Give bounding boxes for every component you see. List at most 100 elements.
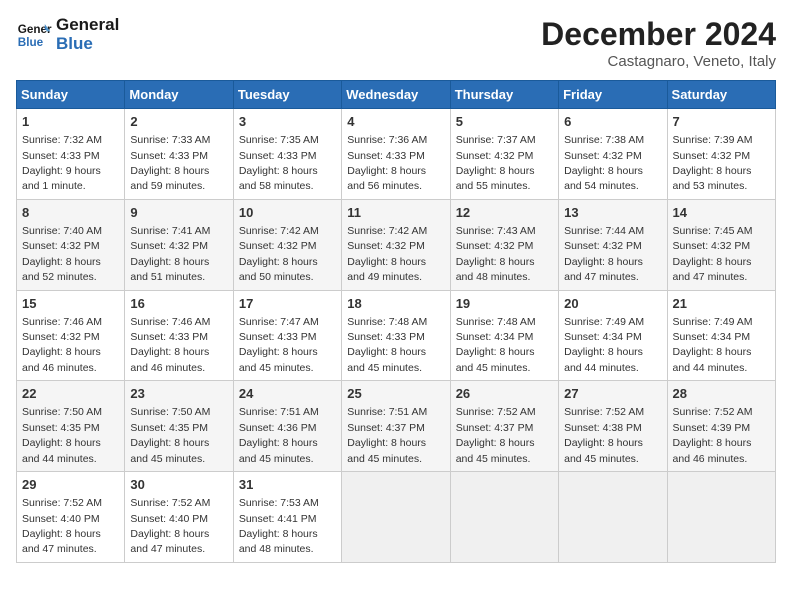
calendar-cell: 1Sunrise: 7:32 AMSunset: 4:33 PMDaylight… [17, 109, 125, 200]
sunrise-info: Sunrise: 7:32 AM [22, 134, 102, 146]
calendar-cell [667, 472, 775, 563]
sunrise-info: Sunrise: 7:48 AM [347, 316, 427, 328]
sunrise-info: Sunrise: 7:41 AM [130, 225, 210, 237]
calendar-cell: 25Sunrise: 7:51 AMSunset: 4:37 PMDayligh… [342, 381, 450, 472]
calendar-cell [559, 472, 667, 563]
col-header-wednesday: Wednesday [342, 81, 450, 109]
day-number: 18 [347, 295, 444, 313]
day-number: 12 [456, 204, 553, 222]
day-number: 26 [456, 385, 553, 403]
calendar-week-4: 22 Sunrise: 7:50 AM Sunset: 4:35 PM Dayligh… [17, 381, 776, 472]
daylight-info: Daylight: 8 hours and 47 minutes. [22, 528, 101, 555]
daylight-info: Daylight: 8 hours and 45 minutes. [239, 346, 318, 373]
sunrise-info: Sunrise: 7:35 AM [239, 134, 319, 146]
sunrise-info: Sunrise: 7:33 AM [130, 134, 210, 146]
day-number: 2 [130, 113, 227, 131]
sunset-info: Sunset: 4:34 PM [456, 331, 534, 343]
col-header-tuesday: Tuesday [233, 81, 341, 109]
calendar-cell: 17Sunrise: 7:47 AMSunset: 4:33 PMDayligh… [233, 290, 341, 381]
daylight-info: Daylight: 8 hours and 49 minutes. [347, 256, 426, 283]
sunrise-info: Sunrise: 7:52 AM [564, 406, 644, 418]
calendar-cell: 27Sunrise: 7:52 AMSunset: 4:38 PMDayligh… [559, 381, 667, 472]
sunset-info: Sunset: 4:32 PM [564, 240, 642, 252]
sunrise-info: Sunrise: 7:51 AM [239, 406, 319, 418]
svg-text:Blue: Blue [18, 35, 44, 48]
logo-general: General [56, 16, 119, 35]
day-number: 27 [564, 385, 661, 403]
sunset-info: Sunset: 4:33 PM [239, 331, 317, 343]
sunrise-info: Sunrise: 7:52 AM [456, 406, 536, 418]
sunset-info: Sunset: 4:39 PM [673, 422, 751, 434]
calendar-cell: 12Sunrise: 7:43 AMSunset: 4:32 PMDayligh… [450, 199, 558, 290]
sunset-info: Sunset: 4:40 PM [130, 513, 208, 525]
calendar-cell: 13Sunrise: 7:44 AMSunset: 4:32 PMDayligh… [559, 199, 667, 290]
sunrise-info: Sunrise: 7:49 AM [673, 316, 753, 328]
daylight-info: Daylight: 8 hours and 56 minutes. [347, 165, 426, 192]
sunset-info: Sunset: 4:35 PM [22, 422, 100, 434]
sunrise-info: Sunrise: 7:52 AM [130, 497, 210, 509]
sunset-info: Sunset: 4:37 PM [347, 422, 425, 434]
sunrise-info: Sunrise: 7:50 AM [130, 406, 210, 418]
sunset-info: Sunset: 4:38 PM [564, 422, 642, 434]
sunrise-info: Sunrise: 7:46 AM [22, 316, 102, 328]
sunset-info: Sunset: 4:32 PM [673, 150, 751, 162]
calendar-cell: 10 Sunrise: 7:42 AM Sunset: 4:32 PM Dayligh… [233, 199, 341, 290]
calendar-table: SundayMondayTuesdayWednesdayThursdayFrid… [16, 80, 776, 563]
day-number: 19 [456, 295, 553, 313]
sunset-info: Sunset: 4:34 PM [564, 331, 642, 343]
sunset-info: Sunset: 4:32 PM [239, 240, 317, 252]
sunset-info: Sunset: 4:32 PM [564, 150, 642, 162]
day-number: 24 [239, 385, 336, 403]
daylight-info: Daylight: 8 hours and 46 minutes. [22, 346, 101, 373]
day-number: 1 [22, 113, 119, 131]
day-number: 22 [22, 385, 119, 403]
sunrise-info: Sunrise: 7:44 AM [564, 225, 644, 237]
day-number: 14 [673, 204, 770, 222]
daylight-info: Daylight: 8 hours and 45 minutes. [130, 437, 209, 464]
calendar-week-2: 8Sunrise: 7:40 AMSunset: 4:32 PMDaylight… [17, 199, 776, 290]
day-number: 30 [130, 476, 227, 494]
daylight-info: Daylight: 9 hours and 1 minute. [22, 165, 101, 192]
calendar-week-3: 15Sunrise: 7:46 AMSunset: 4:32 PMDayligh… [17, 290, 776, 381]
calendar-cell: 24Sunrise: 7:51 AMSunset: 4:36 PMDayligh… [233, 381, 341, 472]
col-header-sunday: Sunday [17, 81, 125, 109]
day-number: 10 [239, 204, 336, 222]
col-header-monday: Monday [125, 81, 233, 109]
sunset-info: Sunset: 4:33 PM [130, 331, 208, 343]
day-number: 15 [22, 295, 119, 313]
day-number: 20 [564, 295, 661, 313]
calendar-cell: 21Sunrise: 7:49 AMSunset: 4:34 PMDayligh… [667, 290, 775, 381]
sunset-info: Sunset: 4:40 PM [22, 513, 100, 525]
daylight-info: Daylight: 8 hours and 45 minutes. [456, 437, 535, 464]
daylight-info: Daylight: 8 hours and 50 minutes. [239, 256, 318, 283]
day-number: 4 [347, 113, 444, 131]
sunrise-info: Sunrise: 7:42 AM [347, 225, 427, 237]
sunrise-info: Sunrise: 7:42 AM [239, 225, 319, 237]
calendar-cell: 28Sunrise: 7:52 AMSunset: 4:39 PMDayligh… [667, 381, 775, 472]
daylight-info: Daylight: 8 hours and 47 minutes. [564, 256, 643, 283]
calendar-header-row: SundayMondayTuesdayWednesdayThursdayFrid… [17, 81, 776, 109]
daylight-info: Daylight: 8 hours and 58 minutes. [239, 165, 318, 192]
daylight-info: Daylight: 8 hours and 48 minutes. [239, 528, 318, 555]
daylight-info: Daylight: 8 hours and 59 minutes. [130, 165, 209, 192]
col-header-friday: Friday [559, 81, 667, 109]
day-number: 31 [239, 476, 336, 494]
sunrise-info: Sunrise: 7:46 AM [130, 316, 210, 328]
daylight-info: Daylight: 8 hours and 51 minutes. [130, 256, 209, 283]
calendar-cell [450, 472, 558, 563]
calendar-cell: 7Sunrise: 7:39 AMSunset: 4:32 PMDaylight… [667, 109, 775, 200]
logo-icon: General Blue [16, 17, 52, 53]
sunrise-info: Sunrise: 7:47 AM [239, 316, 319, 328]
calendar-cell: 23Sunrise: 7:50 AMSunset: 4:35 PMDayligh… [125, 381, 233, 472]
sunset-info: Sunset: 4:32 PM [673, 240, 751, 252]
sunrise-info: Sunrise: 7:48 AM [456, 316, 536, 328]
daylight-info: Daylight: 8 hours and 45 minutes. [347, 346, 426, 373]
sunset-info: Sunset: 4:33 PM [347, 331, 425, 343]
sunrise-info: Sunrise: 7:37 AM [456, 134, 536, 146]
page-header: General Blue General Blue December 2024 … [16, 16, 776, 70]
sunset-info: Sunset: 4:33 PM [347, 150, 425, 162]
sunrise-info: Sunrise: 7:52 AM [673, 406, 753, 418]
sunset-info: Sunset: 4:41 PM [239, 513, 317, 525]
calendar-cell: 19Sunrise: 7:48 AMSunset: 4:34 PMDayligh… [450, 290, 558, 381]
daylight-info: Daylight: 8 hours and 47 minutes. [130, 528, 209, 555]
